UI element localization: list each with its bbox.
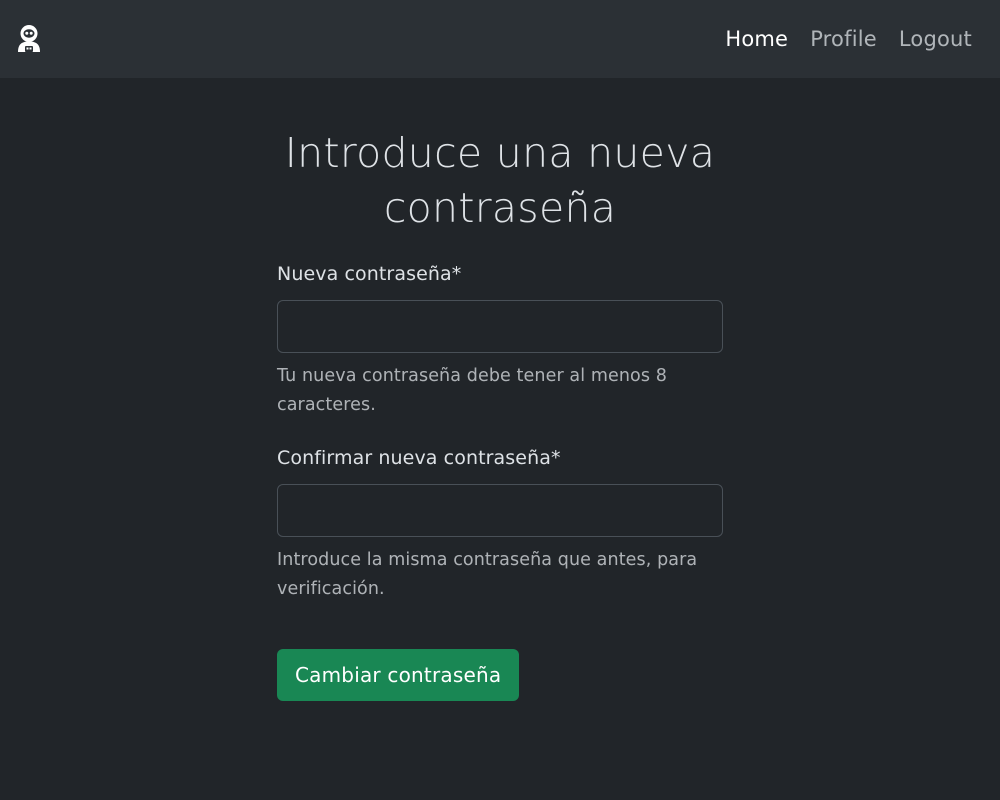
navbar: Home Profile Logout xyxy=(0,0,1000,78)
confirm-password-label: Confirmar nueva contraseña* xyxy=(277,447,561,469)
brand-logo[interactable] xyxy=(16,24,42,54)
new-password-input[interactable] xyxy=(277,300,723,353)
robot-icon xyxy=(18,25,40,52)
new-password-label: Nueva contraseña* xyxy=(277,263,462,285)
nav-link-home[interactable]: Home xyxy=(714,27,799,51)
nav-link-logout[interactable]: Logout xyxy=(888,27,972,51)
new-password-help-text: Tu nueva contraseña debe tener al menos … xyxy=(277,366,667,415)
page-title: Introduce una nueva contraseña xyxy=(284,129,716,232)
confirm-password-input[interactable] xyxy=(277,484,723,537)
password-reset-form: Introduce una nueva contraseña Nueva con… xyxy=(277,78,723,701)
nav-links: Home Profile Logout xyxy=(714,27,984,51)
change-password-button[interactable]: Cambiar contraseña xyxy=(277,649,520,701)
confirm-password-help-text: Introduce la misma contraseña que antes,… xyxy=(277,550,698,599)
nav-link-profile[interactable]: Profile xyxy=(799,27,888,51)
